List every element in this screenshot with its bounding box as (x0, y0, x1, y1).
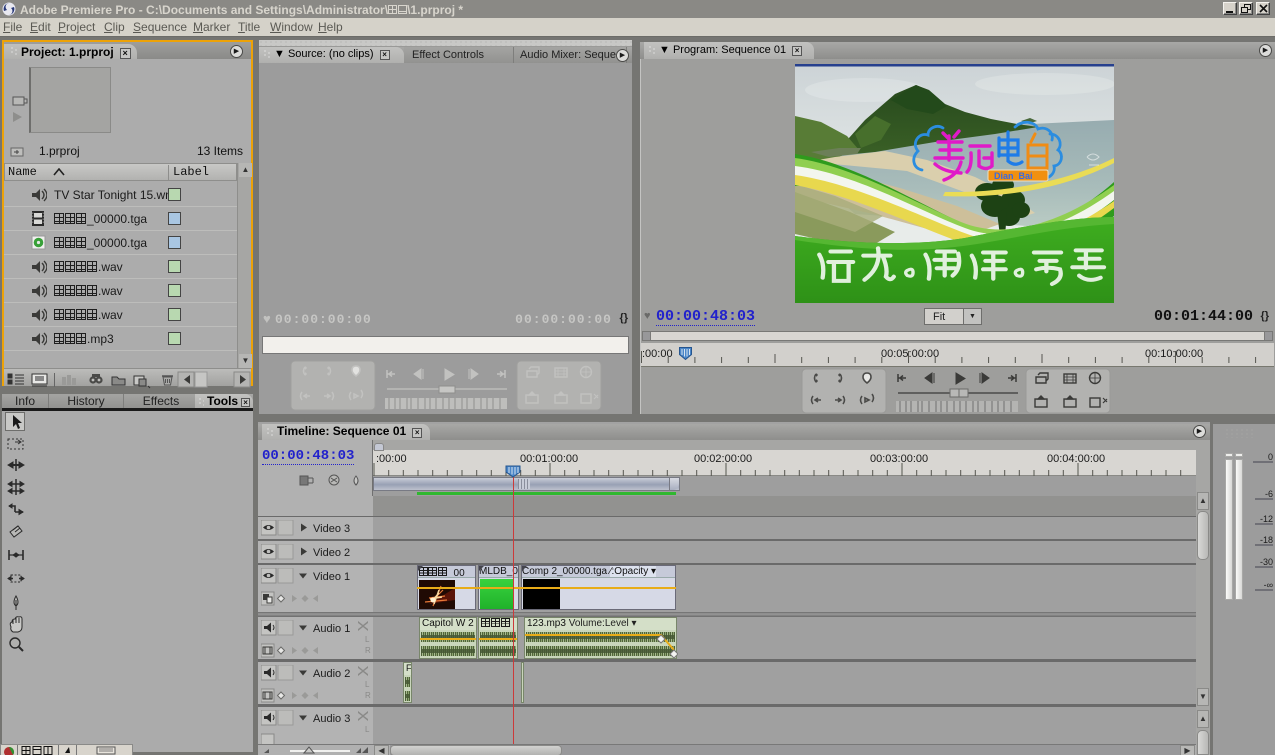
svg-text:Video 3: Video 3 (313, 523, 350, 535)
svg-text:L: L (365, 725, 370, 734)
svg-text:00:04:00:00: 00:04:00:00 (1047, 453, 1105, 465)
svg-text:Audio 1: Audio 1 (313, 623, 350, 635)
svg-text:00:10:00:00: 00:10:00:00 (1145, 348, 1203, 360)
svg-text:Video 1: Video 1 (313, 571, 350, 583)
svg-text:L: L (365, 635, 370, 644)
svg-text:-30: -30 (1260, 557, 1273, 567)
svg-text:00:01:00:00: 00:01:00:00 (520, 453, 578, 465)
svg-text:00:03:00:00: 00:03:00:00 (870, 453, 928, 465)
svg-text:00:02:00:00: 00:02:00:00 (694, 453, 752, 465)
svg-text::00:00: :00:00 (376, 453, 407, 465)
svg-text:L: L (365, 680, 370, 689)
svg-text:Video 2: Video 2 (313, 547, 350, 559)
svg-text:R: R (365, 646, 371, 655)
svg-text:R: R (365, 691, 371, 700)
svg-text:Audio 3: Audio 3 (313, 713, 350, 725)
svg-text:-∞: -∞ (1264, 580, 1273, 590)
svg-text:-18: -18 (1260, 535, 1273, 545)
svg-text:0: 0 (1268, 452, 1273, 462)
svg-text:00:05:00:00: 00:05:00:00 (881, 348, 939, 360)
svg-text:-12: -12 (1260, 514, 1273, 524)
svg-text:Dian Bai: Dian Bai (994, 171, 1033, 181)
svg-text:Audio 2: Audio 2 (313, 668, 350, 680)
svg-text:-6: -6 (1265, 489, 1273, 499)
